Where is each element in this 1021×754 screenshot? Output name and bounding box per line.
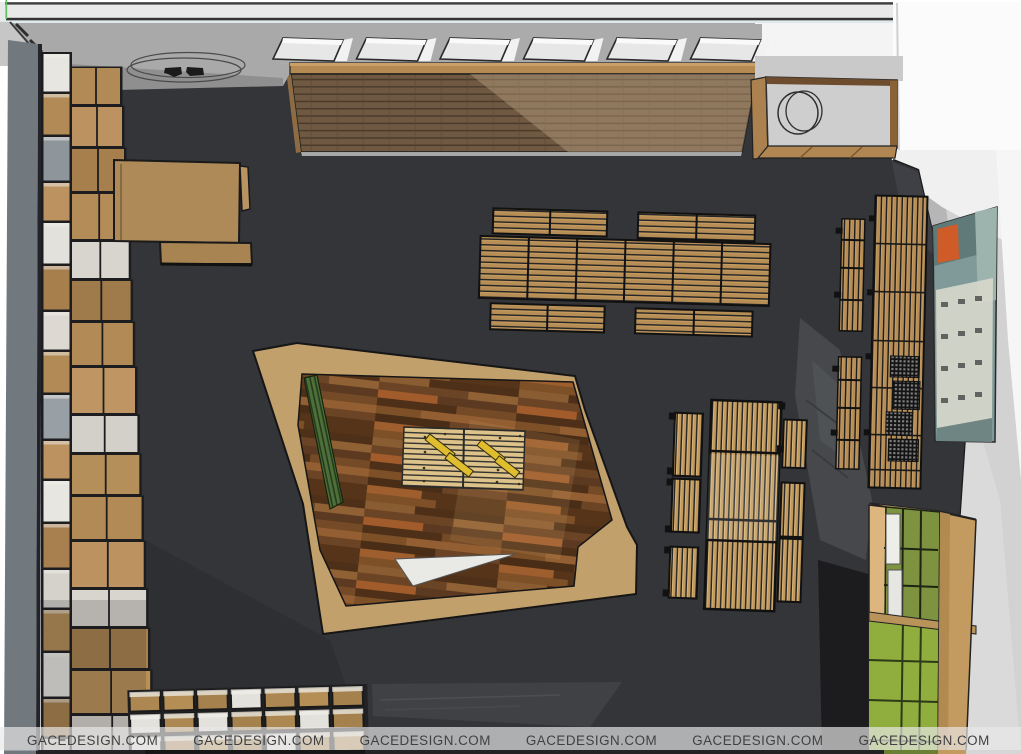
svg-text:GACEDESIGN.COM: GACEDESIGN.COM [193,733,324,748]
svg-text:GACEDESIGN.COM: GACEDESIGN.COM [27,733,158,748]
svg-text:GACEDESIGN.COM: GACEDESIGN.COM [692,733,823,748]
svg-text:GACEDESIGN.COM: GACEDESIGN.COM [360,733,491,748]
svg-text:GACEDESIGN.COM: GACEDESIGN.COM [526,733,657,748]
svg-text:GACEDESIGN.COM: GACEDESIGN.COM [859,733,990,748]
